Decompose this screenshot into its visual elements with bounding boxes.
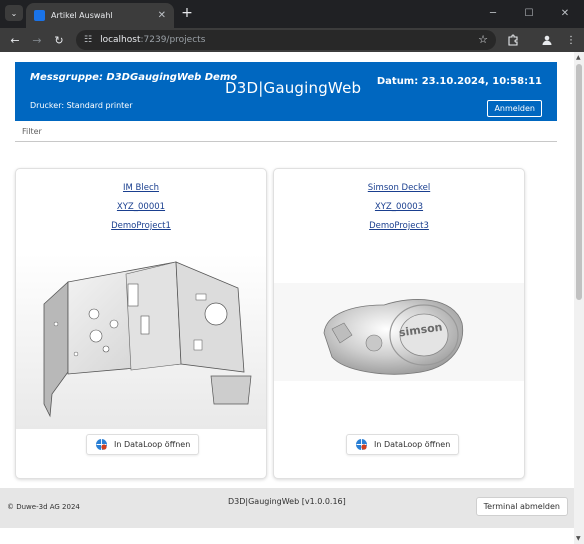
open-in-dataloop-button[interactable]: In DataLoop öffnen: [346, 434, 460, 455]
open-in-dataloop-label: In DataLoop öffnen: [374, 440, 451, 449]
measure-group-label: Messgruppe: D3DGaugingWeb Demo: [30, 72, 238, 83]
project-card-2: Simson Deckel XYZ_00003 DemoProject3 sim…: [273, 168, 525, 479]
new-tab-plus-icon[interactable]: +: [178, 4, 196, 22]
project-link[interactable]: DemoProject3: [274, 221, 524, 231]
scrollbar-thumb[interactable]: [576, 64, 582, 300]
dataloop-icon: [96, 439, 107, 450]
scroll-down-arrow-icon[interactable]: ▼: [576, 535, 581, 542]
window-maximize-icon[interactable]: ☐: [518, 4, 540, 22]
version-label: D3D|GaugingWeb [v1.0.0.16]: [228, 497, 346, 506]
site-info-icon[interactable]: ☷: [84, 35, 92, 45]
tab-search-chevron-icon[interactable]: ⌄: [5, 5, 23, 21]
login-button[interactable]: Anmelden: [487, 100, 542, 117]
back-arrow-icon[interactable]: ←: [6, 31, 24, 49]
url-path: :7239/projects: [140, 35, 206, 45]
engine-cover-part-image: simson: [274, 283, 524, 381]
forward-arrow-icon[interactable]: →: [28, 31, 46, 49]
open-in-dataloop-button[interactable]: In DataLoop öffnen: [86, 434, 200, 455]
date-time-label: Datum: 23.10.2024, 10:58:11: [376, 76, 542, 87]
filter-input[interactable]: Filter: [15, 121, 557, 142]
extensions-puzzle-icon[interactable]: [504, 31, 522, 49]
page-viewport: Messgruppe: D3DGaugingWeb Demo Drucker: …: [0, 52, 574, 544]
article-name-link[interactable]: IM Blech: [16, 183, 266, 193]
project-link[interactable]: DemoProject1: [16, 221, 266, 231]
window-minimize-icon[interactable]: ─: [482, 4, 504, 22]
terminal-logout-button[interactable]: Terminal abmelden: [475, 497, 568, 516]
page-favicon-icon: [34, 10, 45, 21]
app-header: Messgruppe: D3DGaugingWeb Demo Drucker: …: [15, 62, 557, 121]
tab-close-icon[interactable]: ✕: [158, 10, 166, 21]
article-name-link[interactable]: Simson Deckel: [274, 183, 524, 193]
page-bottom-area: [0, 528, 574, 544]
sheet-metal-part-image: [16, 254, 266, 429]
open-in-dataloop-label: In DataLoop öffnen: [114, 440, 191, 449]
bookmark-star-icon[interactable]: ☆: [478, 33, 488, 46]
dataloop-icon: [356, 439, 367, 450]
tab-title: Artikel Auswahl: [51, 11, 113, 20]
scroll-up-arrow-icon[interactable]: ▲: [576, 54, 581, 61]
browser-menu-kebab-icon[interactable]: ⋮: [562, 31, 580, 49]
address-bar[interactable]: ☷ localhost:7239/projects ☆: [76, 30, 496, 50]
article-id-link[interactable]: XYZ_00001: [16, 202, 266, 212]
article-id-link[interactable]: XYZ_00003: [274, 202, 524, 212]
browser-tab[interactable]: Artikel Auswahl ✕: [26, 3, 174, 28]
browser-toolbar: ← → ↻ ☷ localhost:7239/projects ☆ ⋮: [0, 28, 584, 52]
copyright-label: © Duwe-3d AG 2024: [7, 503, 80, 511]
window-close-icon[interactable]: ✕: [554, 4, 576, 22]
project-card-1: IM Blech XYZ_00001 DemoProject1 In DataL…: [15, 168, 267, 479]
page-scrollbar[interactable]: ▲ ▼: [574, 52, 584, 544]
browser-tab-strip: ⌄ Artikel Auswahl ✕ + ─ ☐ ✕: [0, 0, 584, 28]
app-brand-title: D3D|GaugingWeb: [225, 79, 362, 97]
app-footer: © Duwe-3d AG 2024 D3D|GaugingWeb [v1.0.0…: [0, 488, 574, 528]
url-host: localhost: [100, 35, 141, 45]
profile-avatar-icon[interactable]: [538, 31, 556, 49]
reload-icon[interactable]: ↻: [50, 31, 68, 49]
printer-label: Drucker: Standard printer: [30, 101, 133, 110]
